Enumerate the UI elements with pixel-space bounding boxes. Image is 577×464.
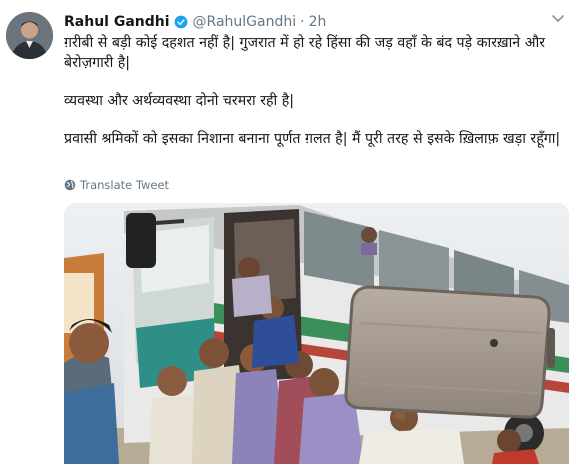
profile-photo	[6, 12, 53, 59]
avatar[interactable]	[6, 12, 53, 59]
tweet-paragraph: ग़रीबी से बड़ी कोई दहशत नहीं है| गुजरात …	[64, 35, 546, 71]
tweet-paragraph: व्यवस्था और अर्थव्यवस्था दोनो चरमरा रही …	[64, 93, 295, 109]
user-handle[interactable]: @RahulGandhi	[193, 14, 297, 30]
tweet-header: Rahul Gandhi @RahulGandhi · 2h	[64, 12, 326, 32]
timestamp[interactable]: 2h	[309, 14, 327, 30]
tweet-text: ग़रीबी से बड़ी कोई दहशत नहीं है| गुजरात …	[64, 33, 569, 167]
display-name[interactable]: Rahul Gandhi	[64, 14, 170, 30]
chevron-down-icon[interactable]	[551, 14, 565, 24]
crowd-boarding-bus-photo	[64, 203, 569, 464]
verified-badge-icon	[174, 15, 187, 29]
translate-tweet-link[interactable]: Translate Tweet	[64, 178, 169, 192]
globe-icon	[64, 179, 76, 191]
separator-dot: ·	[300, 14, 305, 30]
tweet-photo[interactable]	[64, 203, 569, 464]
translate-label: Translate Tweet	[80, 178, 170, 192]
tweet-paragraph: प्रवासी श्रमिकों को इसका निशाना बनाना पू…	[64, 131, 561, 147]
